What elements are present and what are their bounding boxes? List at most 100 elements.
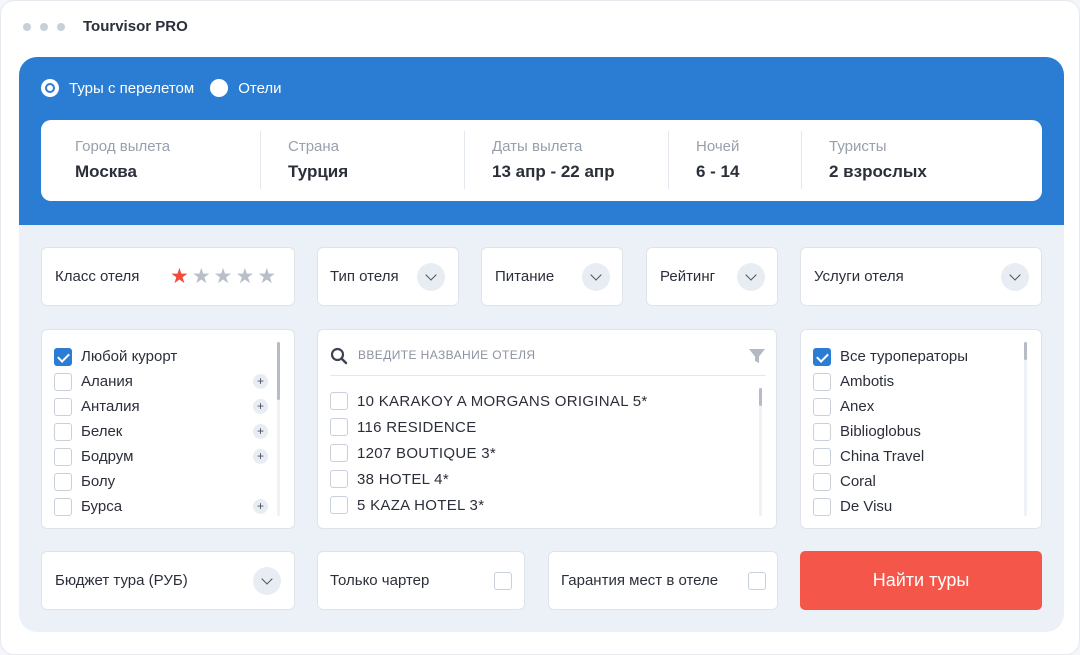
list-item[interactable]: Бодрум +	[54, 444, 294, 469]
checkbox-icon[interactable]	[54, 372, 72, 391]
list-item[interactable]: 38 HOTEL 4*	[330, 466, 750, 492]
list-item[interactable]: Ambotis	[813, 369, 1023, 394]
checkbox-checked-icon[interactable]	[813, 347, 831, 366]
checkbox-icon[interactable]	[748, 572, 766, 590]
list-item[interactable]: Coral	[813, 469, 1023, 494]
radio-tours-with-flight[interactable]: Туры с перелетом	[41, 79, 194, 97]
list-item[interactable]: China Travel	[813, 444, 1023, 469]
radio-unselected-icon[interactable]	[210, 79, 229, 97]
nights-field[interactable]: Ночей 6 - 14	[668, 120, 801, 201]
list-item[interactable]: Бурса +	[54, 494, 294, 519]
star-icon[interactable]: ★	[257, 266, 276, 287]
hotel-search-input[interactable]	[358, 348, 738, 362]
hotel-services-filter[interactable]: Услуги отеля	[800, 247, 1042, 306]
field-label: Ночей	[696, 138, 740, 155]
chevron-down-icon[interactable]	[1001, 263, 1029, 291]
checkbox-icon[interactable]	[813, 497, 831, 516]
checkbox-icon[interactable]	[330, 392, 348, 410]
operator-label: Все туроператоры	[840, 348, 969, 365]
scrollbar-thumb[interactable]	[759, 388, 762, 406]
resort-label: Бодрум	[81, 448, 134, 465]
guaranteed-rooms-option[interactable]: Гарантия мест в отеле	[548, 551, 778, 610]
resort-label: Болу	[81, 473, 116, 490]
checkbox-icon[interactable]	[813, 447, 831, 466]
country-field[interactable]: Страна Турция	[260, 120, 464, 201]
departure-city-field[interactable]: Город вылета Москва	[41, 120, 260, 201]
field-label: Туристы	[829, 138, 887, 155]
expand-plus-icon[interactable]: +	[253, 499, 268, 514]
resort-label: Бурса	[81, 498, 123, 515]
filter-label: Услуги отеля	[814, 268, 904, 285]
departure-dates-field[interactable]: Даты вылета 13 апр - 22 апр	[464, 120, 668, 201]
scrollbar[interactable]	[759, 388, 762, 516]
list-item[interactable]: 10 KARAKOY A MORGANS ORIGINAL 5*	[330, 388, 750, 414]
checkbox-checked-icon[interactable]	[54, 347, 72, 366]
star-icon[interactable]: ★	[192, 266, 211, 287]
operator-list: Все туроператоры Ambotis Anex Biblioglob…	[800, 329, 1042, 529]
scrollbar-thumb[interactable]	[277, 342, 280, 400]
checkbox-icon[interactable]	[330, 496, 348, 514]
expand-plus-icon[interactable]: +	[253, 374, 268, 389]
resort-label: Белек	[81, 423, 123, 440]
list-item[interactable]: De Visu	[813, 494, 1023, 519]
checkbox-icon[interactable]	[54, 472, 72, 491]
chevron-down-icon[interactable]	[417, 263, 445, 291]
field-label: Даты вылета	[492, 138, 583, 155]
expand-plus-icon[interactable]: +	[253, 399, 268, 414]
budget-filter[interactable]: Бюджет тура (РУБ)	[41, 551, 295, 610]
scrollbar-thumb[interactable]	[1024, 342, 1027, 360]
window-dot-icon[interactable]	[57, 23, 65, 31]
star-icon[interactable]: ★	[214, 266, 233, 287]
list-item[interactable]: Болу	[54, 469, 294, 494]
checkbox-icon[interactable]	[330, 470, 348, 488]
tourists-field[interactable]: Туристы 2 взрослых	[801, 120, 1042, 201]
list-item[interactable]: Любой курорт	[54, 344, 294, 369]
checkbox-icon[interactable]	[54, 447, 72, 466]
checkbox-icon[interactable]	[813, 397, 831, 416]
filter-label: Тип отеля	[330, 268, 399, 285]
window-dot-icon[interactable]	[23, 23, 31, 31]
chevron-down-icon[interactable]	[582, 263, 610, 291]
option-label: Гарантия мест в отеле	[561, 572, 719, 589]
window-dot-icon[interactable]	[40, 23, 48, 31]
list-item[interactable]: Анталия +	[54, 394, 294, 419]
checkbox-icon[interactable]	[813, 422, 831, 441]
find-tours-button[interactable]: Найти туры	[800, 551, 1042, 610]
checkbox-icon[interactable]	[813, 372, 831, 391]
star-icon[interactable]: ★	[170, 266, 189, 287]
star-icon[interactable]: ★	[235, 266, 254, 287]
list-item[interactable]: 116 RESIDENCE	[330, 414, 750, 440]
hotel-class-filter[interactable]: Класс отеля ★ ★ ★ ★ ★	[41, 247, 295, 306]
filter-icon[interactable]	[748, 347, 766, 365]
chevron-down-icon[interactable]	[737, 263, 765, 291]
checkbox-icon[interactable]	[330, 418, 348, 436]
checkbox-icon[interactable]	[330, 444, 348, 462]
list-item[interactable]: Алания +	[54, 369, 294, 394]
field-value: Москва	[75, 162, 137, 181]
list-item[interactable]: Все туроператоры	[813, 344, 1023, 369]
expand-plus-icon[interactable]: +	[253, 424, 268, 439]
checkbox-icon[interactable]	[494, 572, 512, 590]
radio-label: Отели	[238, 79, 282, 97]
checkbox-icon[interactable]	[813, 472, 831, 491]
star-rating[interactable]: ★ ★ ★ ★ ★	[170, 266, 276, 287]
radio-selected-icon[interactable]	[41, 79, 59, 97]
list-item[interactable]: 5 KAZA HOTEL 3*	[330, 492, 750, 518]
list-item[interactable]: Biblioglobus	[813, 419, 1023, 444]
scrollbar[interactable]	[1024, 342, 1027, 516]
chevron-down-icon[interactable]	[253, 567, 281, 595]
scrollbar[interactable]	[277, 342, 280, 516]
list-item[interactable]: Белек +	[54, 419, 294, 444]
checkbox-icon[interactable]	[54, 497, 72, 516]
radio-hotels[interactable]: Отели	[210, 79, 282, 97]
expand-plus-icon[interactable]: +	[253, 449, 268, 464]
list-item[interactable]: Anex	[813, 394, 1023, 419]
checkbox-icon[interactable]	[54, 397, 72, 416]
meals-filter[interactable]: Питание	[481, 247, 623, 306]
list-item[interactable]: 1207 BOUTIQUE 3*	[330, 440, 750, 466]
rating-filter[interactable]: Рейтинг	[646, 247, 778, 306]
checkbox-icon[interactable]	[54, 422, 72, 441]
resort-label: Анталия	[81, 398, 140, 415]
charter-only-option[interactable]: Только чартер	[317, 551, 525, 610]
hotel-type-filter[interactable]: Тип отеля	[317, 247, 459, 306]
